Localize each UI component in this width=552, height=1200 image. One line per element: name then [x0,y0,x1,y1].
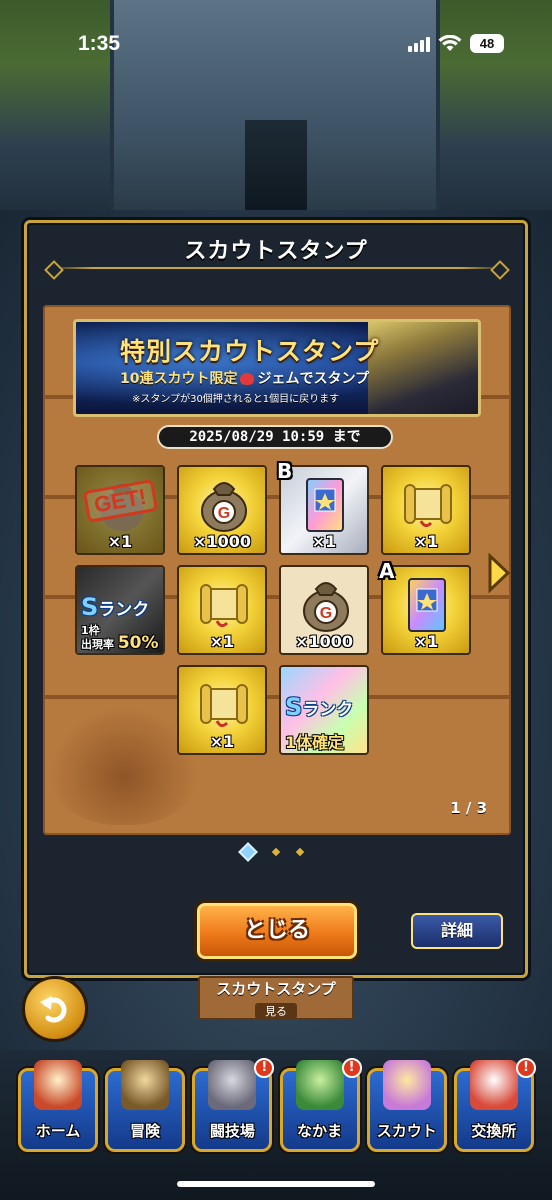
scroll-icon [200,584,248,628]
return-arrow-icon [40,996,67,1023]
campaign-banner: 特別スカウトスタンプ 10連スカウト限定 ジェムでスタンプ ※スタンプが30個押さ… [73,319,481,417]
rank-letter: B [277,459,293,483]
s-rank-confirm-label: 1体確定 [285,733,345,752]
nav-party[interactable]: ! なかま [279,1058,362,1152]
nav-scout[interactable]: スカウト [366,1058,447,1152]
stamp-quantity: ×1 [107,532,133,551]
shop-monster-icon [469,1060,518,1110]
gold-bag-icon: G [201,482,247,532]
nav-arena[interactable]: ! 闘技場 [192,1058,275,1152]
wifi-icon [438,34,462,52]
next-page-arrow-icon[interactable] [487,553,511,593]
stamp-slot-7[interactable]: G ×1000 [279,565,369,655]
rank-book-icon [408,578,446,632]
rank-letter: A [379,559,395,583]
stamp-quantity: ×1 [209,732,235,751]
page-dot[interactable] [295,847,305,857]
battery-indicator: 48 [470,34,504,53]
banner-subtitle: 10連スカウト限定 ジェムでスタンプ [120,368,369,388]
stamp-slot-10[interactable]: Sランク 1体確定 [279,665,369,755]
stamp-quantity: ×1000 [295,632,353,651]
page-dots [238,842,305,862]
back-button[interactable] [22,976,88,1042]
close-button[interactable]: とじる [197,903,357,959]
nav-exchange[interactable]: ! 交換所 [453,1058,536,1152]
nav-label: 冒険 [130,1122,161,1140]
dialog-title: スカウトスタンプ [184,239,368,264]
board-plank-line [43,695,511,699]
stamp-slot-6[interactable]: ×1 [177,565,267,655]
stamp-slot-9[interactable]: ×1 [177,665,267,755]
banner-title: 特別スカウトスタンプ [120,337,380,366]
status-icons: 48 [408,34,504,53]
scroll-icon [200,684,248,728]
stamp-slot-3[interactable]: B ×1 [277,459,369,555]
svg-text:G: G [320,605,332,622]
stamp-slot-4[interactable]: ×1 [381,465,471,555]
rank-book-icon [306,478,344,532]
banner-subtitle-gem: ジェムでスタンプ [257,371,370,387]
stamp-quantity: ×1 [311,532,337,551]
home-indicator[interactable] [177,1181,375,1187]
nav-label: スカウト [376,1122,437,1140]
nav-adventure[interactable]: 冒険 [105,1058,186,1152]
nav-label: 闘技場 [209,1122,255,1140]
scout-stamp-dialog: スカウトスタンプ 特別スカウトスタンプ 10連スカウト限定 ジェムでスタンプ ※ス… [24,220,528,978]
gold-bag-icon: G [303,582,349,632]
stamp-slot-8[interactable]: A ×1 [379,559,471,655]
scroll-icon [404,484,452,528]
monster-friends-icon [295,1060,344,1110]
nav-label: ホーム [35,1122,81,1140]
stamp-quantity: ×1 [209,632,235,651]
detail-button[interactable]: 詳細 [411,913,503,949]
status-bar: 1:35 48 [0,0,552,90]
wagon-icon [121,1060,170,1110]
nav-label: 交換所 [471,1122,517,1140]
stamp-slot-5[interactable]: Sランク 1枠 出現率 50% [75,565,165,655]
page-indicator: 1 / 3 [450,799,487,817]
stamp-quantity: ×1 [413,532,439,551]
title-divider [47,267,507,269]
status-time: 1:35 [78,32,121,55]
gem-icon [240,373,255,385]
scout-stamp-signboard[interactable]: スカウトスタンプ 見る [198,976,354,1020]
s-rank-confirm-icon: Sランク [285,693,354,721]
alert-badge: ! [341,1058,362,1078]
stamp-quantity: ×1 [413,632,439,651]
alert-badge: ! [515,1058,536,1078]
cellular-signal-icon [408,36,430,52]
banner-subtitle-limited: 10連スカウト限定 [120,371,238,387]
stamp-quantity: ×1000 [193,532,251,551]
tent-icon [34,1060,82,1110]
nav-label: なかま [297,1122,343,1140]
background-path [245,120,307,210]
s-rank-rate: 1枠 出現率 50% [81,624,159,653]
page-dot[interactable] [271,847,281,857]
stamp-board: 特別スカウトスタンプ 10連スカウト限定 ジェムでスタンプ ※スタンプが30個押さ… [43,305,511,835]
bottom-nav: ホーム 冒険 ! 闘技場 ! なかま スカウト ! 交換所 [18,1058,536,1152]
hero-character-art [368,322,478,414]
signboard-title: スカウトスタンプ [216,980,336,998]
s-rank-ticket-icon: Sランク [81,593,150,621]
page-dot-active[interactable] [238,842,258,862]
colosseum-icon [208,1060,257,1110]
svg-text:G: G [218,505,230,522]
stamp-slot-2[interactable]: G ×1000 [177,465,267,555]
banner-note: ※スタンプが30個押されると1個目に戻ります [132,394,340,405]
nav-home[interactable]: ホーム [18,1058,98,1152]
stamp-slot-1[interactable]: GET! ×1 [75,465,165,555]
deadline-pill: 2025/08/29 10:59 まで [157,425,393,449]
signboard-view: 見る [255,1003,297,1019]
magic-scroll-icon [382,1060,431,1110]
